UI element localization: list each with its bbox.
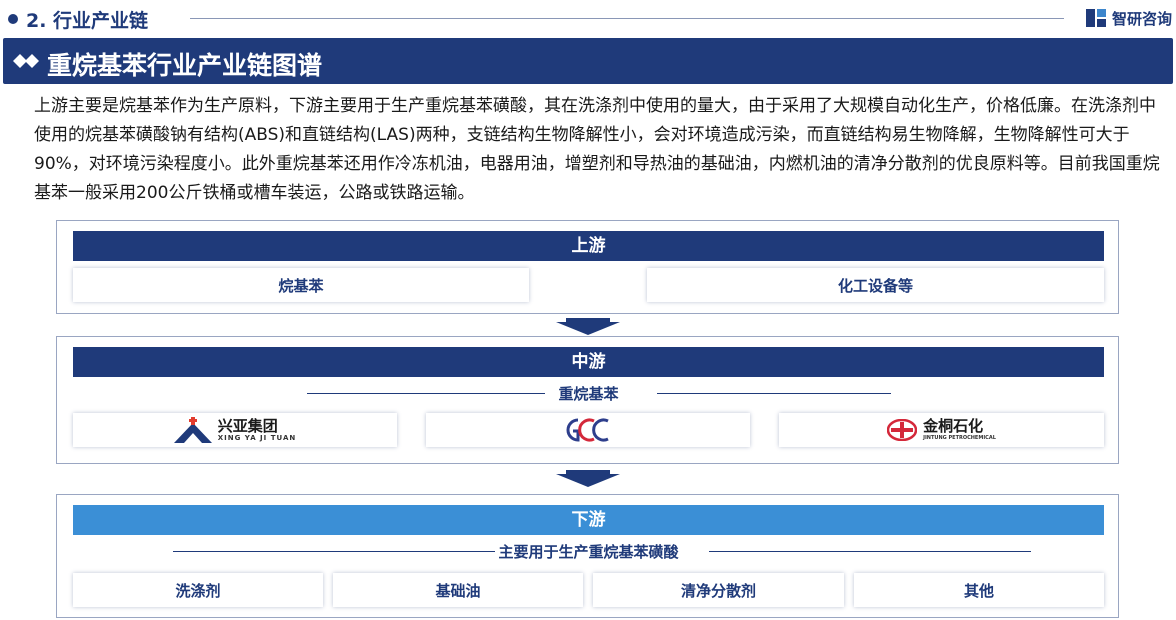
downstream-item: 清净分散剂 bbox=[593, 573, 844, 607]
upstream-header: 上游 bbox=[73, 231, 1104, 261]
midstream-header: 中游 bbox=[73, 347, 1104, 377]
midstream-product-row: 重烷基苯 bbox=[73, 383, 1104, 403]
intro-paragraph: 上游主要是烷基苯作为生产原料，下游主要用于生产重烷基苯磺酸，其在洗涤剂中使用的量… bbox=[34, 96, 1160, 203]
mountain-logo-icon bbox=[173, 417, 212, 443]
company-subtitle: XING YA JI TUAN bbox=[217, 434, 297, 442]
page-title: 重烷基苯行业产业链图谱 bbox=[47, 51, 323, 80]
company-subtitle: JINTUNG PETROCHEMICAL bbox=[923, 435, 996, 441]
company-name: 金桐石化 bbox=[923, 417, 984, 435]
downstream-item: 洗涤剂 bbox=[73, 573, 323, 607]
section-title: 2. 行业产业链 bbox=[26, 10, 149, 32]
company-card: 兴亚集团 XING YA JI TUAN bbox=[73, 413, 397, 447]
down-arrow-icon bbox=[556, 318, 620, 335]
jintung-logo-icon bbox=[887, 419, 918, 441]
upstream-section: 上游 烷基苯 化工设备等 bbox=[56, 220, 1119, 314]
down-arrow-icon bbox=[556, 470, 620, 487]
upstream-item: 化工设备等 bbox=[647, 268, 1104, 302]
downstream-section: 下游 主要用于生产重烷基苯磺酸 洗涤剂 基础油 清净分散剂 其他 bbox=[56, 494, 1119, 618]
downstream-header: 下游 bbox=[73, 505, 1104, 535]
gcc-logo-icon bbox=[566, 418, 609, 442]
midstream-product: 重烷基苯 bbox=[558, 385, 619, 403]
upstream-item: 烷基苯 bbox=[73, 268, 529, 302]
top-header: 2. 行业产业链 智研咨询 bbox=[0, 0, 1176, 38]
company-card bbox=[426, 413, 750, 447]
brand-logo-icon bbox=[1086, 7, 1108, 29]
brand-logo: 智研咨询 bbox=[1086, 7, 1172, 29]
midstream-section: 中游 重烷基苯 兴亚集团 XING YA JI TUAN 金桐石化 JINTUN… bbox=[56, 336, 1119, 464]
double-diamond-icon bbox=[13, 54, 39, 68]
company-name: 兴亚集团 bbox=[217, 417, 278, 435]
downstream-item: 其他 bbox=[854, 573, 1104, 607]
header-divider bbox=[190, 18, 1064, 19]
title-banner: 重烷基苯行业产业链图谱 bbox=[3, 38, 1173, 84]
downstream-item: 基础油 bbox=[333, 573, 583, 607]
brand-name: 智研咨询 bbox=[1112, 9, 1173, 28]
bullet-dot-icon bbox=[8, 14, 18, 24]
downstream-product-row: 主要用于生产重烷基苯磺酸 bbox=[73, 541, 1104, 561]
company-card: 金桐石化 JINTUNG PETROCHEMICAL bbox=[779, 413, 1104, 447]
downstream-product: 主要用于生产重烷基苯磺酸 bbox=[498, 543, 679, 561]
